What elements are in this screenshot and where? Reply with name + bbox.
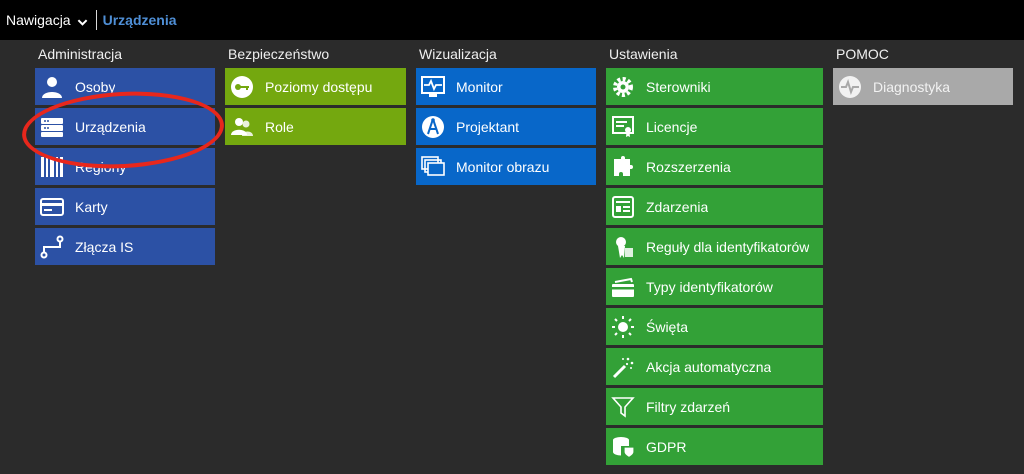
tile-label: Regiony [75,158,127,175]
card-icon [39,194,65,220]
puzzle-icon [610,154,636,180]
column-title: Wizualizacja [419,46,497,62]
tile-zdarzenia[interactable]: Zdarzenia [606,188,823,225]
tile-label: Akcja automatyczna [646,358,772,375]
top-bar: Nawigacja Urządzenia [0,0,1024,40]
tile-monitor-obrazu[interactable]: Monitor obrazu [416,148,596,185]
gear-icon [610,74,636,100]
tile-swieta[interactable]: Święta [606,308,823,345]
server-icon [39,114,65,140]
event-icon [610,194,636,220]
filter-icon [610,394,636,420]
tile-zlacza-is[interactable]: Złącza IS [35,228,215,265]
person-icon [39,74,65,100]
barcode-region-icon [39,154,65,180]
key-icon [229,74,255,100]
database-shield-icon [610,434,636,460]
tile-label: Osoby [75,78,116,95]
tile-label: Zdarzenia [646,198,709,215]
tile-label: Sterowniki [646,78,711,95]
tile-sterowniki[interactable]: Sterowniki [606,68,823,105]
tile-label: Projektant [456,118,520,135]
tile-label: Poziomy dostępu [265,78,373,95]
tile-urzadzenia[interactable]: Urządzenia [35,108,215,145]
tile-label: Święta [646,318,689,335]
certificate-icon [610,114,636,140]
tile-label: Rozszerzenia [646,158,731,175]
tile-label: Urządzenia [75,118,146,135]
pulse-circle-icon [837,74,863,100]
tile-label: Monitor obrazu [456,158,550,175]
chevron-down-icon [77,15,88,26]
screens-icon [420,154,446,180]
tile-label: Licencje [646,118,698,135]
sun-icon [610,314,636,340]
tile-osoby[interactable]: Osoby [35,68,215,105]
monitor-pulse-icon [420,74,446,100]
magic-wand-icon [610,354,636,380]
tile-monitor[interactable]: Monitor [416,68,596,105]
column-title: POMOC [836,46,889,62]
compass-icon [420,114,446,140]
tile-typy-identyfikatorow[interactable]: Typy identyfikatorów [606,268,823,305]
breadcrumb-separator [95,10,97,30]
tile-label: Typy identyfikatorów [646,278,773,295]
tile-label: Filtry zdarzeń [646,398,731,415]
tile-label: Złącza IS [75,238,134,255]
tile-projektant[interactable]: Projektant [416,108,596,145]
tile-licencje[interactable]: Licencje [606,108,823,145]
column-title: Ustawienia [609,46,678,62]
tile-label: Role [265,118,294,135]
navigation-label: Nawigacja [6,12,71,28]
tile-akcja-automatyczna[interactable]: Akcja automatyczna [606,348,823,385]
tile-filtry-zdarzen[interactable]: Filtry zdarzeń [606,388,823,425]
tile-karty[interactable]: Karty [35,188,215,225]
breadcrumb-current[interactable]: Urządzenia [103,12,177,28]
tile-label: Reguły dla identyfikatorów [646,238,810,255]
tile-regiony[interactable]: Regiony [35,148,215,185]
tile-diagnostyka[interactable]: Diagnostyka [833,68,1013,105]
tile-gdpr[interactable]: GDPR [606,428,823,465]
column-title: Administracja [38,46,123,62]
connector-icon [39,234,65,260]
card-types-icon [610,274,636,300]
column-title: Bezpieczeństwo [228,46,330,62]
tile-reguly-identyfikatorow[interactable]: Reguły dla identyfikatorów [606,228,823,265]
tile-poziomy-dostepu[interactable]: Poziomy dostępu [225,68,406,105]
tag-rule-icon [610,234,636,260]
tile-label: Diagnostyka [873,78,951,95]
navigation-menu-toggle[interactable]: Nawigacja [0,0,88,40]
tile-rozszerzenia[interactable]: Rozszerzenia [606,148,823,185]
tile-role[interactable]: Role [225,108,406,145]
users-icon [229,114,255,140]
tile-label: Monitor [456,78,503,95]
tile-label: GDPR [646,438,687,455]
tile-label: Karty [75,198,108,215]
